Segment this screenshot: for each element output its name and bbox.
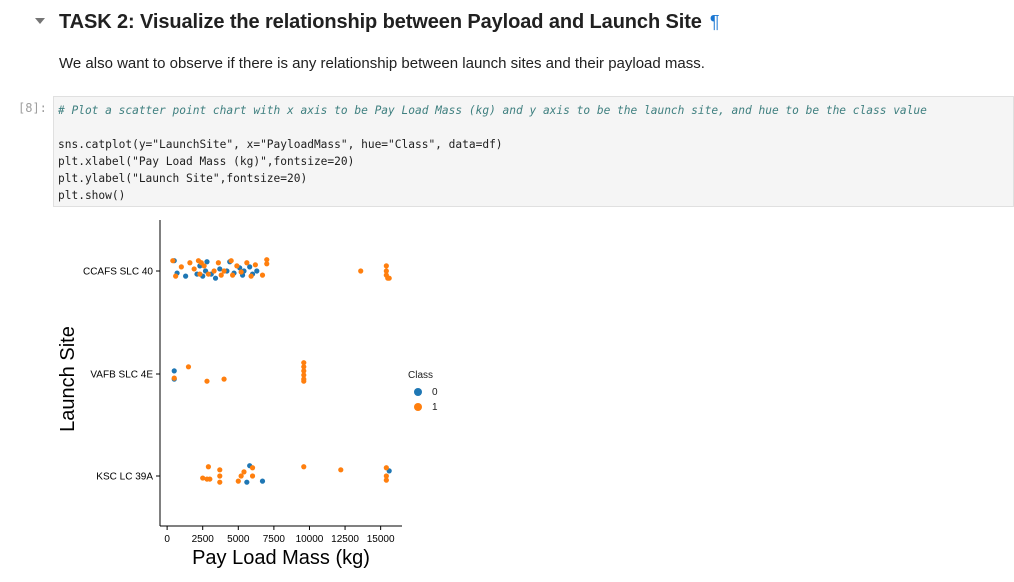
data-point-class-1	[338, 467, 344, 473]
legend-label-1: 1	[432, 402, 438, 413]
data-point-class-1	[241, 469, 247, 475]
task-heading: TASK 2: Visualize the relationship betwe…	[59, 11, 719, 34]
data-point-class-1	[383, 263, 389, 269]
y-tick-label: KSC LC 39A	[96, 472, 153, 483]
data-point-class-1	[249, 465, 256, 471]
data-point-class-1	[171, 375, 177, 381]
legend-swatch-0	[414, 388, 422, 397]
data-point-class-1	[358, 268, 364, 274]
x-tick-label: 5000	[227, 534, 250, 545]
x-tick-label: 2500	[192, 534, 215, 545]
data-point-class-0	[171, 368, 177, 374]
data-point-class-1	[187, 260, 193, 266]
cell-prompt: [8]:	[18, 101, 47, 115]
x-tick-label: 12500	[331, 534, 359, 545]
legend: Class 0 1	[408, 370, 438, 413]
data-point-class-1	[185, 364, 192, 370]
data-point-class-1	[252, 262, 258, 268]
code-line-comment: # Plot a scatter point chart with x axis…	[58, 104, 927, 117]
legend-item-1: 1	[414, 402, 438, 413]
x-tick-label: 7500	[263, 534, 286, 545]
data-point-class-1	[238, 269, 244, 275]
data-point-class-1	[301, 378, 307, 384]
data-point-class-1	[204, 378, 210, 384]
data-point-class-0	[212, 275, 219, 281]
code-line-catplot: sns.catplot(y="LaunchSite", x="PayloadMa…	[58, 138, 503, 151]
data-point-class-0	[259, 478, 266, 484]
y-tick-label: VAFB SLC 4E	[90, 370, 153, 381]
data-point-class-1	[211, 268, 217, 274]
data-point-class-1	[386, 275, 392, 281]
data-point-class-1	[215, 260, 221, 266]
data-point-class-1	[235, 478, 241, 484]
code-cell-editor[interactable]: # Plot a scatter point chart with x axis…	[53, 96, 1014, 207]
data-point-class-1	[234, 263, 240, 269]
y-axis-label: Launch Site	[57, 326, 79, 432]
data-point-class-1	[383, 477, 389, 483]
code-line-ylabel: plt.ylabel("Launch Site",fontsize=20)	[58, 172, 308, 185]
data-point-class-1	[221, 376, 227, 382]
intro-paragraph: We also want to observe if there is any …	[59, 55, 705, 72]
x-tick-label: 0	[164, 534, 170, 545]
data-point-class-1	[383, 465, 389, 471]
data-point-class-1	[205, 464, 211, 470]
data-point-class-1	[217, 473, 223, 479]
data-point-class-0	[183, 273, 189, 279]
legend-title: Class	[408, 370, 434, 381]
data-point-class-1	[207, 476, 213, 482]
data-point-class-0	[244, 479, 250, 485]
task-heading-text: TASK 2: Visualize the relationship betwe…	[59, 11, 702, 33]
data-point-class-1	[249, 473, 256, 479]
data-point-class-1	[259, 272, 266, 278]
anchor-link[interactable]: ¶	[710, 12, 720, 32]
x-tick-label: 15000	[367, 534, 395, 545]
data-point-class-1	[201, 263, 207, 269]
data-point-class-1	[197, 271, 203, 277]
code-line-xlabel: plt.xlabel("Pay Load Mass (kg)",fontsize…	[58, 155, 355, 168]
data-point-class-1	[205, 271, 211, 277]
collapse-caret-icon[interactable]	[35, 18, 45, 24]
data-point-class-1	[178, 264, 184, 270]
data-point-class-1	[217, 479, 223, 485]
code-line-show: plt.show()	[58, 189, 126, 202]
data-point-class-1	[173, 273, 179, 279]
data-point-class-1	[230, 272, 236, 278]
code-text[interactable]: # Plot a scatter point chart with x axis…	[58, 102, 927, 204]
x-axis-label: Pay Load Mass (kg)	[192, 547, 370, 569]
data-point-class-1	[170, 258, 176, 264]
y-tick-label: CCAFS SLC 40	[83, 267, 153, 278]
data-point-class-1	[191, 266, 197, 272]
x-tick-label: 10000	[296, 534, 324, 545]
data-point-class-1	[301, 464, 307, 470]
data-point-class-1	[264, 257, 270, 263]
legend-swatch-1	[414, 403, 422, 412]
legend-item-0: 0	[414, 387, 438, 398]
data-point-class-0	[254, 268, 260, 274]
legend-label-0: 0	[432, 387, 438, 398]
data-point-class-1	[244, 260, 250, 266]
data-point-class-1	[217, 467, 223, 473]
data-point-class-1	[221, 268, 227, 274]
markdown-heading-row: TASK 2: Visualize the relationship betwe…	[0, 6, 1014, 40]
data-point-class-1	[228, 258, 234, 264]
data-point-class-1	[248, 273, 254, 279]
